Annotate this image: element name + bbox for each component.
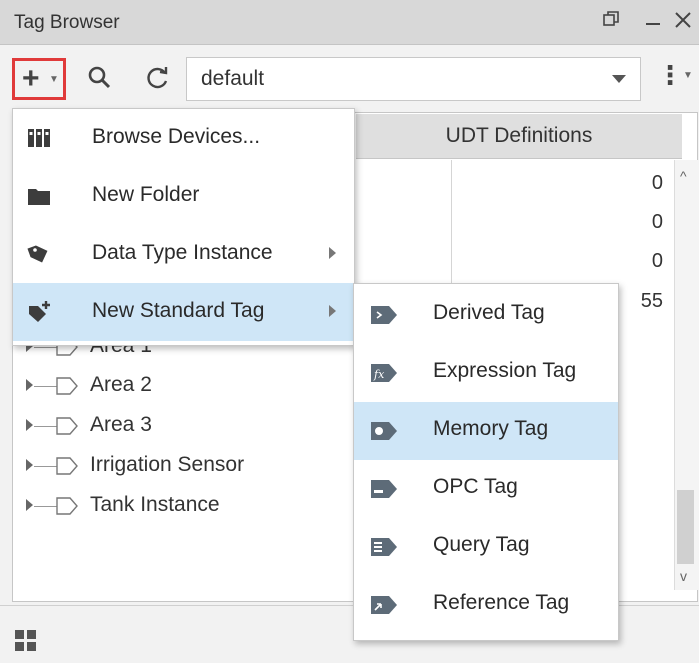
udt-count: 0	[651, 172, 663, 194]
menu-item-browse-devices[interactable]: Browse Devices...	[13, 109, 354, 167]
chevron-down-icon: ▼	[683, 70, 693, 81]
folder-tag-icon	[56, 457, 78, 475]
memory-tag-icon	[369, 419, 399, 443]
menu-item-new-folder[interactable]: New Folder	[13, 167, 354, 225]
tab-udt-definitions[interactable]: UDT Definitions	[356, 114, 682, 159]
standard-tag-submenu: Derived Tag fx Expression Tag Memory Tag…	[353, 283, 619, 641]
submenu-item-label: Memory Tag	[433, 417, 549, 440]
submenu-item-memory-tag[interactable]: Memory Tag	[354, 402, 618, 460]
submenu-item-label: OPC Tag	[433, 475, 518, 498]
query-tag-icon	[369, 535, 399, 559]
add-tag-menu: Browse Devices... New Folder Data Type I…	[12, 108, 355, 346]
svg-text:fx: fx	[373, 368, 385, 381]
add-tag-button[interactable]: + ▼	[12, 58, 66, 100]
submenu-item-reference-tag[interactable]: Reference Tag	[354, 576, 618, 634]
panel-title: Tag Browser	[14, 12, 120, 33]
submenu-item-expression-tag[interactable]: fx Expression Tag	[354, 344, 618, 402]
tree-item-label: Tank Instance	[90, 493, 220, 516]
opc-tag-icon	[369, 477, 399, 501]
expand-caret-icon[interactable]	[26, 419, 33, 431]
submenu-item-derived-tag[interactable]: Derived Tag	[354, 286, 618, 344]
tree-connector	[34, 347, 58, 348]
title-bar: Tag Browser	[0, 0, 699, 45]
submenu-arrow-icon	[329, 305, 336, 317]
tree-item-label: Area 2	[90, 373, 152, 396]
udt-count: 0	[651, 211, 663, 233]
plus-icon: +	[22, 62, 40, 95]
tree-item-label: Area 3	[90, 413, 152, 436]
udt-count: 0	[651, 250, 663, 272]
submenu-item-opc-tag[interactable]: OPC Tag	[354, 460, 618, 518]
tree-connector	[34, 506, 58, 507]
submenu-item-query-tag[interactable]: Query Tag	[354, 518, 618, 576]
folder-tag-icon	[56, 497, 78, 515]
grid-icon[interactable]	[15, 630, 37, 652]
tag-provider-value: default	[201, 67, 265, 90]
scroll-up-icon[interactable]: ^	[680, 168, 687, 184]
kebab-menu-icon[interactable]: ⋮	[657, 60, 683, 91]
menu-item-label: New Folder	[92, 183, 200, 206]
restore-icon[interactable]	[602, 8, 620, 34]
tree-connector	[34, 426, 58, 427]
submenu-arrow-icon	[329, 247, 336, 259]
tag-label-icon	[27, 242, 51, 266]
folder-tag-icon	[56, 417, 78, 435]
chevron-down-icon: ▼	[49, 74, 59, 85]
tag-add-icon	[27, 300, 51, 324]
expand-caret-icon[interactable]	[26, 379, 33, 391]
menu-item-label: Data Type Instance	[92, 241, 273, 264]
expand-caret-icon[interactable]	[26, 459, 33, 471]
menu-item-new-standard-tag[interactable]: New Standard Tag	[13, 283, 354, 341]
menu-item-label: New Standard Tag	[92, 299, 265, 322]
expand-caret-icon[interactable]	[26, 499, 33, 511]
submenu-item-label: Expression Tag	[433, 359, 577, 382]
refresh-icon[interactable]	[144, 64, 172, 92]
search-icon[interactable]	[86, 64, 114, 92]
minimize-icon[interactable]	[644, 4, 662, 34]
scroll-thumb[interactable]	[677, 490, 694, 564]
folder-icon	[27, 184, 51, 208]
folder-tag-icon	[56, 377, 78, 395]
tag-provider-select[interactable]: default	[186, 57, 641, 101]
menu-item-label: Browse Devices...	[92, 125, 261, 148]
tag-browser-panel: Tag Browser + ▼ default ⋮ ▼ UDT Definiti…	[0, 0, 699, 663]
tree-connector	[34, 386, 58, 387]
expression-tag-icon: fx	[369, 361, 399, 385]
submenu-item-label: Query Tag	[433, 533, 530, 556]
reference-tag-icon	[369, 593, 399, 617]
close-icon[interactable]	[673, 10, 693, 36]
derived-tag-icon	[369, 303, 399, 327]
dropdown-arrow-icon	[612, 75, 626, 83]
tab-udt-label: UDT Definitions	[445, 124, 593, 147]
devices-icon	[27, 126, 51, 150]
scroll-down-icon[interactable]: v	[680, 568, 687, 584]
submenu-item-label: Derived Tag	[433, 301, 545, 324]
tree-connector	[34, 466, 58, 467]
tree-item-label: Irrigation Sensor	[90, 453, 245, 476]
udt-count: 55	[640, 290, 663, 312]
submenu-item-label: Reference Tag	[433, 591, 570, 614]
menu-item-data-type-instance[interactable]: Data Type Instance	[13, 225, 354, 283]
